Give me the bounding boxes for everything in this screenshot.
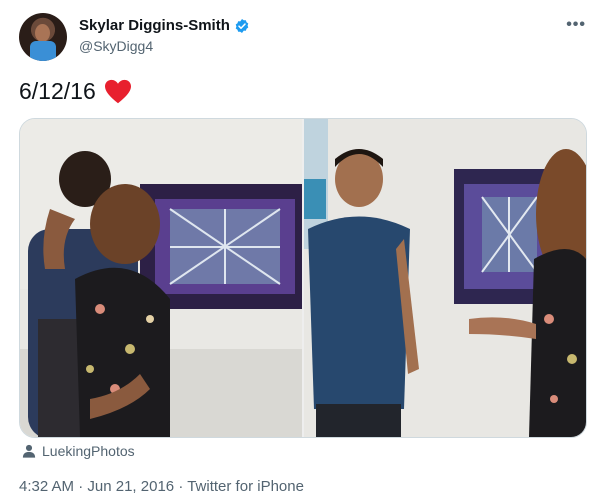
avatar-jersey <box>30 41 56 61</box>
tweet-date[interactable]: Jun 21, 2016 <box>87 478 174 495</box>
avatar-face <box>35 24 50 42</box>
verified-badge-icon <box>235 18 249 33</box>
meta-separator: · <box>78 478 84 495</box>
tweet-meta: 4:32 AM · Jun 21, 2016 · Twitter for iPh… <box>19 478 304 495</box>
display-name[interactable]: Skylar Diggins-Smith <box>79 17 230 34</box>
photo-hug[interactable] <box>20 119 302 437</box>
author-name-row: Skylar Diggins-Smith <box>79 17 250 34</box>
person-icon <box>22 444 36 458</box>
photo-credit-text: LuekingPhotos <box>42 443 135 459</box>
tweet-text-content: 6/12/16 <box>19 78 96 104</box>
handle[interactable]: @SkyDigg4 <box>79 38 153 54</box>
photo-smiling[interactable] <box>304 119 586 437</box>
tweet-time[interactable]: 4:32 AM <box>19 478 74 495</box>
photo-credit[interactable]: LuekingPhotos <box>22 443 135 459</box>
more-options-button[interactable]: ••• <box>566 16 586 34</box>
photo-smiling-illustration <box>304 119 586 437</box>
avatar[interactable] <box>19 13 67 61</box>
photo-hug-illustration <box>20 119 302 437</box>
meta-separator-2: · <box>178 478 184 495</box>
tweet-source[interactable]: Twitter for iPhone <box>187 478 304 495</box>
tweet-text: 6/12/16 <box>19 78 132 105</box>
red-heart-icon <box>104 79 131 103</box>
media-grid <box>19 118 587 438</box>
